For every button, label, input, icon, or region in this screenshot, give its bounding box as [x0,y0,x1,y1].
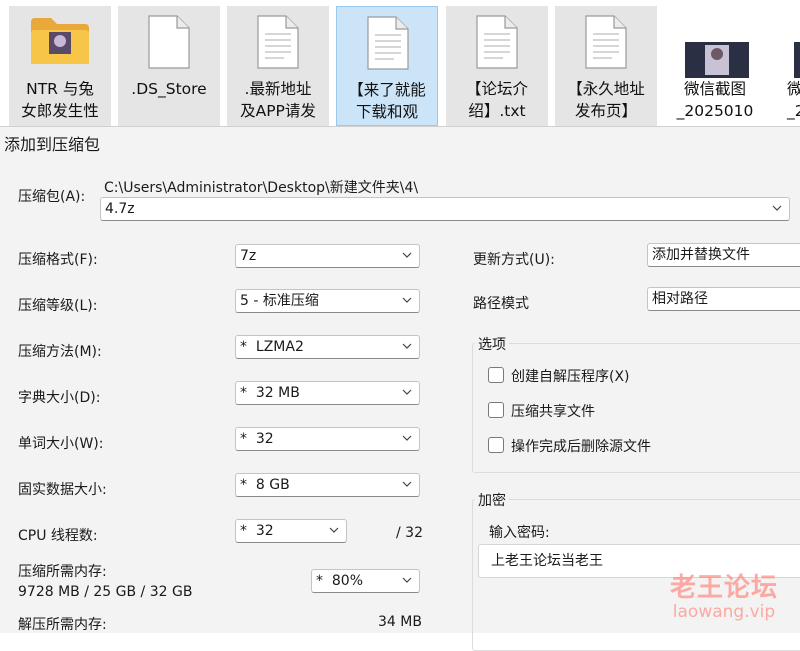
format-label: 压缩格式(F): [18,252,98,268]
compression-memory-value: 9728 MB / 25 GB / 32 GB [18,584,193,600]
word-size-value: * 32 [240,431,274,447]
memory-percent-select[interactable]: * 80% [311,569,420,593]
chevron-down-icon [402,481,412,487]
options-group-title: 选项 [475,334,509,354]
solid-block-size-label: 固实数据大小: [18,482,107,498]
file-name: NTR 与兔 女郎发生性 [21,80,99,120]
cpu-threads-select[interactable]: * 32 [235,519,347,543]
update-mode-label: 更新方式(U): [473,252,555,268]
archive-name-value: 4.7z [105,201,135,217]
file-name: 【永久地址 发布页】 [567,80,645,120]
folder-icon [31,18,89,64]
dictionary-size-label: 字典大小(D): [18,390,101,406]
archive-path: C:\Users\Administrator\Desktop\新建文件夹\4\ [104,180,419,196]
cpu-threads-label: CPU 线程数: [18,528,98,544]
compress-shared-files-checkbox[interactable] [488,402,504,418]
method-select[interactable]: * LZMA2 [235,335,420,359]
dictionary-size-select[interactable]: * 32 MB [235,381,420,405]
site-watermark: 老王论坛 laowang.vip [670,567,778,622]
delete-after-compression-checkbox[interactable] [488,437,504,453]
dialog-title: 添加到压缩包 [4,135,101,154]
compress-shared-files-label[interactable]: 压缩共享文件 [511,401,595,421]
add-to-archive-dialog: 添加到压缩包 压缩包(A): C:\Users\Administrator\De… [0,126,800,651]
chevron-down-icon [402,577,412,583]
path-mode-select[interactable]: 相对路径 [647,287,800,311]
password-value: 上老王论坛当老王 [491,553,603,569]
create-sfx-checkbox[interactable] [488,367,504,383]
file-name: .最新地址 及APP请发 [240,80,316,120]
watermark-text-en: laowang.vip [672,602,776,622]
level-label: 压缩等级(L): [18,298,98,314]
chevron-down-icon [402,389,412,395]
desktop-item-file[interactable]: 【永久地址 发布页】 [555,6,657,126]
file-name: 微信截图 _2025010 [676,80,754,120]
chevron-down-icon [402,435,412,441]
document-icon [585,15,627,69]
desktop-item-file[interactable]: 【论坛介 绍】.txt [446,6,548,126]
document-icon [257,15,299,69]
chevron-down-icon [402,343,412,349]
image-thumbnail-icon [685,42,749,78]
decompression-memory-value: 34 MB [378,614,422,630]
word-size-select[interactable]: * 32 [235,427,420,451]
format-select[interactable]: 7z [235,244,420,268]
delete-after-compression-label[interactable]: 操作完成后删除源文件 [511,436,651,456]
dictionary-size-value: * 32 MB [240,385,300,401]
chevron-down-icon [329,527,339,533]
document-icon [148,15,190,69]
file-name: 【来了就能 下载和观 [348,81,426,121]
format-value: 7z [240,248,257,264]
cpu-threads-value: * 32 [240,523,274,539]
desktop-item-file[interactable]: .DS_Store [118,6,220,126]
path-mode-label: 路径模式 [473,296,529,312]
update-mode-select[interactable]: 添加并替换文件 [647,243,800,267]
file-name: 【论坛介 绍】.txt [465,80,528,120]
path-mode-value: 相对路径 [652,291,708,307]
chevron-down-icon[interactable] [771,202,783,214]
archive-label: 压缩包(A): [18,189,86,205]
desktop-item-file[interactable]: .最新地址 及APP请发 [227,6,329,126]
cpu-threads-total: / 32 [396,525,423,541]
encryption-group-title: 加密 [475,490,509,510]
document-icon [476,15,518,69]
desktop-item-file-selected[interactable]: 【来了就能 下载和观 [336,6,438,126]
archive-name-combobox[interactable]: 4.7z [100,197,790,221]
level-value: 5 - 标准压缩 [240,293,319,309]
desktop-item-image[interactable]: 微 _2 [773,6,800,126]
chevron-down-icon [402,252,412,258]
solid-block-size-value: * 8 GB [240,477,290,493]
decompression-memory-label: 解压所需内存: [18,617,107,633]
solid-block-size-select[interactable]: * 8 GB [235,473,420,497]
desktop-item-folder[interactable]: NTR 与兔 女郎发生性 [9,6,111,126]
level-select[interactable]: 5 - 标准压缩 [235,289,420,313]
document-icon [367,16,409,70]
file-name: .DS_Store [131,80,207,98]
create-sfx-label[interactable]: 创建自解压程序(X) [511,366,630,386]
watermark-text-cn: 老王论坛 [669,573,778,603]
method-label: 压缩方法(M): [18,344,102,360]
desktop-file-strip: NTR 与兔 女郎发生性 .DS_Store .最新地址 及APP请发 【来了就… [0,0,800,126]
chevron-down-icon [402,297,412,303]
update-mode-value: 添加并替换文件 [652,247,750,263]
password-label: 输入密码: [489,525,550,541]
word-size-label: 单词大小(W): [18,436,104,452]
image-thumbnail-icon [794,42,800,78]
file-name: 微 _2 [787,80,800,120]
desktop-item-image[interactable]: 微信截图 _2025010 [664,6,766,126]
method-value: * LZMA2 [240,339,304,355]
memory-percent-value: * 80% [316,573,364,589]
compression-memory-label: 压缩所需内存: [18,564,107,580]
